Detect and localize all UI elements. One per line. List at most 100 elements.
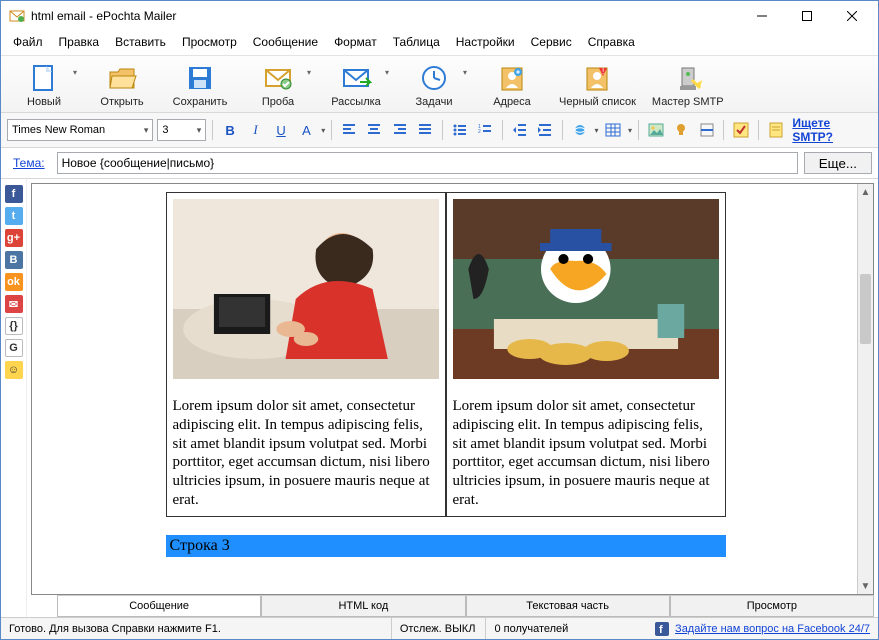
status-ready: Готово. Для вызова Справки нажмите F1. <box>9 623 221 635</box>
main-area: ft g+ Bok ✉ {} G ☺ <box>1 179 878 617</box>
chevron-down-icon[interactable]: ▾ <box>628 126 632 135</box>
toolbar-open-button[interactable]: Открыть <box>85 60 159 110</box>
menu-table[interactable]: Таблица <box>387 33 446 51</box>
chevron-down-icon[interactable]: ▾ <box>321 126 325 135</box>
menu-insert[interactable]: Вставить <box>109 33 172 51</box>
toolbar-new-button[interactable]: Новый▾ <box>7 60 81 110</box>
insert-symbol-button[interactable] <box>670 119 691 141</box>
font-color-button[interactable]: A <box>296 119 317 141</box>
underline-button[interactable]: U <box>270 119 291 141</box>
menu-help[interactable]: Справка <box>582 33 641 51</box>
align-right-button[interactable] <box>389 119 410 141</box>
toolbar-blacklist-button[interactable]: ! Черный список <box>553 60 642 110</box>
more-button[interactable]: Еще... <box>804 152 872 174</box>
tasks-icon <box>418 62 450 94</box>
toolbar-label: Рассылка <box>331 96 381 108</box>
bullet-list-button[interactable] <box>449 119 470 141</box>
svg-text:!: ! <box>602 67 604 76</box>
image-placeholder-cartoon <box>453 199 719 379</box>
separator <box>562 120 563 140</box>
facebook-icon: f <box>655 622 669 636</box>
number-list-button[interactable]: 12 <box>475 119 496 141</box>
tab-message[interactable]: Сообщение <box>57 596 261 617</box>
tab-preview[interactable]: Просмотр <box>670 596 874 617</box>
menu-file[interactable]: Файл <box>7 33 49 51</box>
save-icon <box>184 62 216 94</box>
smtp-link[interactable]: Ищете SMTP? <box>792 116 872 144</box>
outdent-button[interactable] <box>509 119 530 141</box>
chevron-down-icon[interactable]: ▾ <box>385 68 389 77</box>
side-tw-icon[interactable]: t <box>5 207 23 225</box>
bold-button[interactable]: B <box>219 119 240 141</box>
side-vk-icon[interactable]: B <box>5 251 23 269</box>
separator <box>723 120 724 140</box>
toolbar-send-button[interactable]: Рассылка ▾ <box>319 60 393 110</box>
scroll-thumb[interactable] <box>860 274 871 344</box>
status-facebook-link[interactable]: Задайте нам вопрос на Facebook 24/7 <box>675 623 870 635</box>
menu-message[interactable]: Сообщение <box>247 33 324 51</box>
subject-label[interactable]: Тема: <box>7 156 51 170</box>
insert-table-button[interactable] <box>603 119 624 141</box>
notes-button[interactable] <box>765 119 786 141</box>
subject-input[interactable] <box>57 152 798 174</box>
side-ok-icon[interactable]: ok <box>5 273 23 291</box>
separator <box>331 120 332 140</box>
scroll-down-icon[interactable]: ▼ <box>858 578 873 594</box>
side-gp-icon[interactable]: g+ <box>5 229 23 247</box>
chevron-down-icon[interactable]: ▾ <box>73 68 77 77</box>
chevron-down-icon[interactable]: ▾ <box>463 68 467 77</box>
font-family-combo[interactable]: Times New Roman ▾ <box>7 119 153 141</box>
content-cell-left[interactable]: Lorem ipsum dolor sit amet, consectetur … <box>166 192 446 517</box>
side-dock: ft g+ Bok ✉ {} G ☺ <box>1 179 27 617</box>
minimize-button[interactable] <box>739 2 784 30</box>
window-title: html email - ePochta Mailer <box>31 9 739 23</box>
close-button[interactable] <box>829 2 874 30</box>
send-icon <box>340 62 372 94</box>
side-code-icon[interactable]: {} <box>5 317 23 335</box>
toolbar-label: Черный список <box>559 96 636 108</box>
toolbar-tasks-button[interactable]: Задачи▾ <box>397 60 471 110</box>
toolbar-label: Проба <box>262 96 294 108</box>
toolbar-save-button[interactable]: Сохранить <box>163 60 237 110</box>
chevron-down-icon[interactable]: ▾ <box>307 68 311 77</box>
font-size-combo[interactable]: 3 ▾ <box>157 119 206 141</box>
insert-hr-button[interactable] <box>696 119 717 141</box>
maximize-button[interactable] <box>784 2 829 30</box>
toolbar-probe-button[interactable]: Проба ▾ <box>241 60 315 110</box>
align-left-button[interactable] <box>338 119 359 141</box>
side-gg-icon[interactable]: G <box>5 339 23 357</box>
toolbar-label: Сохранить <box>173 96 228 108</box>
side-ml-icon[interactable]: ✉ <box>5 295 23 313</box>
menu-format[interactable]: Формат <box>328 33 383 51</box>
menu-edit[interactable]: Правка <box>53 33 106 51</box>
side-smile-icon[interactable]: ☺ <box>5 361 23 379</box>
separator <box>638 120 639 140</box>
toolbar-smtp-button[interactable]: Мастер SMTP <box>646 60 730 110</box>
email-page: Lorem ipsum dolor sit amet, consectetur … <box>46 184 845 594</box>
status-tracking: Отслеж. ВЫКЛ <box>391 618 476 639</box>
side-fb-icon[interactable]: f <box>5 185 23 203</box>
editor-area[interactable]: Lorem ipsum dolor sit amet, consectetur … <box>31 183 874 595</box>
blacklist-icon: ! <box>581 62 613 94</box>
menu-settings[interactable]: Настройки <box>450 33 521 51</box>
menu-view[interactable]: Просмотр <box>176 33 243 51</box>
scroll-up-icon[interactable]: ▲ <box>858 184 873 200</box>
check-button[interactable] <box>730 119 751 141</box>
menu-service[interactable]: Сервис <box>525 33 578 51</box>
insert-image-button[interactable] <box>645 119 666 141</box>
toolbar-label: Открыть <box>100 96 143 108</box>
tab-html[interactable]: HTML код <box>261 596 465 617</box>
vertical-scrollbar[interactable]: ▲ ▼ <box>857 184 873 594</box>
content-row-3[interactable]: Строка 3 <box>166 535 726 557</box>
toolbar-addresses-button[interactable]: Адреса <box>475 60 549 110</box>
italic-button[interactable]: I <box>245 119 266 141</box>
align-justify-button[interactable] <box>415 119 436 141</box>
indent-button[interactable] <box>535 119 556 141</box>
content-cell-right[interactable]: Lorem ipsum dolor sit amet, consectetur … <box>446 192 726 517</box>
chevron-down-icon[interactable]: ▾ <box>594 126 598 135</box>
new-icon <box>28 62 60 94</box>
addresses-icon <box>496 62 528 94</box>
insert-link-button[interactable] <box>569 119 590 141</box>
align-center-button[interactable] <box>364 119 385 141</box>
tab-text[interactable]: Текстовая часть <box>466 596 670 617</box>
